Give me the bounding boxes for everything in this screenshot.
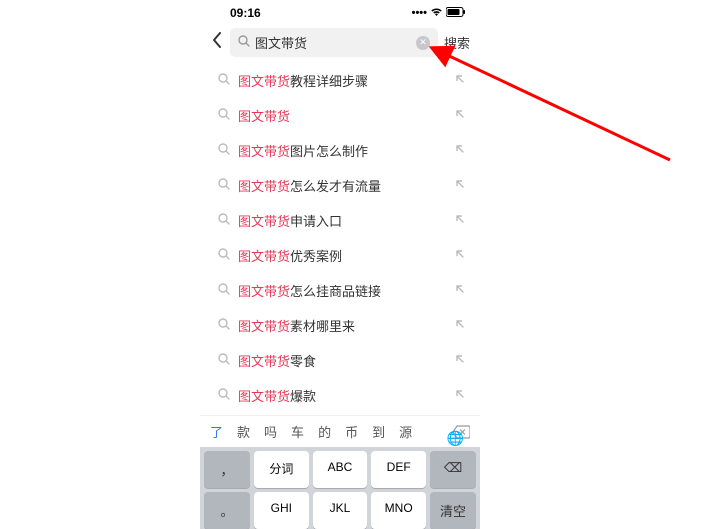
suggestion-item[interactable]: 图文带货素材哪里来 — [200, 308, 480, 343]
fill-arrow-icon[interactable] — [454, 352, 466, 370]
prediction-words: 了款吗车的币到源 — [210, 422, 412, 441]
search-icon — [218, 177, 230, 195]
status-time: 09:16 — [230, 6, 261, 20]
search-icon — [218, 107, 230, 125]
keyboard-key[interactable]: ABC — [313, 451, 368, 488]
suggestion-text: 图文带货图片怎么制作 — [238, 141, 446, 160]
fill-arrow-icon[interactable] — [454, 142, 466, 160]
suggestion-text: 图文带货 — [238, 106, 446, 125]
wifi-icon — [430, 7, 443, 20]
keyboard-key[interactable]: MNO — [371, 492, 426, 529]
suggestion-text: 图文带货爆款 — [238, 386, 446, 405]
search-icon — [218, 387, 230, 405]
search-input-box[interactable]: 图文带货 ✕ — [230, 28, 438, 57]
suggestion-item[interactable]: 图文带货申请入口 — [200, 203, 480, 238]
prediction-word[interactable]: 了 — [210, 422, 223, 441]
globe-emoji-icon[interactable]: 🌐 — [447, 430, 464, 447]
suggestion-text: 图文带货零食 — [238, 351, 446, 370]
search-icon — [218, 282, 230, 300]
search-input[interactable]: 图文带货 — [255, 33, 411, 52]
keyboard: ，分词ABCDEF⌫ 。GHIJKLMNO清空 — [200, 447, 480, 529]
fill-arrow-icon[interactable] — [454, 247, 466, 265]
suggestion-text: 图文带货怎么挂商品链接 — [238, 281, 446, 300]
keyboard-key[interactable]: 清空 — [430, 492, 476, 529]
fill-arrow-icon[interactable] — [454, 72, 466, 90]
search-icon — [238, 34, 250, 52]
status-icons: •••• — [412, 7, 466, 20]
search-icon — [218, 317, 230, 335]
suggestion-text: 图文带货申请入口 — [238, 211, 446, 230]
suggestion-item[interactable]: 图文带货零食 — [200, 343, 480, 378]
prediction-word[interactable]: 的 — [318, 422, 331, 441]
fill-arrow-icon[interactable] — [454, 107, 466, 125]
keyboard-key[interactable]: JKL — [313, 492, 368, 529]
prediction-word[interactable]: 源 — [399, 422, 412, 441]
fill-arrow-icon[interactable] — [454, 387, 466, 405]
keyboard-key[interactable]: GHI — [254, 492, 309, 529]
suggestion-text: 图文带货素材哪里来 — [238, 316, 446, 335]
status-bar: 09:16 •••• — [200, 0, 480, 24]
fill-arrow-icon[interactable] — [454, 317, 466, 335]
suggestion-item[interactable]: 图文带货 — [200, 98, 480, 133]
suggestion-item[interactable]: 图文带货怎么挂商品链接 — [200, 273, 480, 308]
suggestion-text: 图文带货怎么发才有流量 — [238, 176, 446, 195]
fill-arrow-icon[interactable] — [454, 212, 466, 230]
battery-icon — [446, 7, 466, 20]
suggestion-text: 图文带货教程详细步骤 — [238, 71, 446, 90]
prediction-bar: 了款吗车的币到源 — [200, 415, 480, 447]
search-icon — [218, 142, 230, 160]
keyboard-key[interactable]: 分词 — [254, 451, 309, 488]
prediction-word[interactable]: 吗 — [264, 422, 277, 441]
search-icon — [218, 212, 230, 230]
fill-arrow-icon[interactable] — [454, 177, 466, 195]
back-button[interactable] — [210, 32, 224, 53]
search-bar: 图文带货 ✕ 搜索 — [200, 24, 480, 61]
phone-screen: 09:16 •••• 图文带货 ✕ 搜索 图文带货教程详细步骤 — [200, 0, 480, 529]
keyboard-key[interactable]: 。 — [204, 492, 250, 529]
keyboard-key[interactable]: ⌫ — [430, 451, 476, 488]
prediction-word[interactable]: 到 — [372, 422, 385, 441]
suggestion-list: 图文带货教程详细步骤 图文带货 图文带货图片怎么制作 图文带货怎么发才有流量 图… — [200, 61, 480, 415]
keyboard-key[interactable]: DEF — [371, 451, 426, 488]
suggestion-item[interactable]: 图文带货教程详细步骤 — [200, 63, 480, 98]
suggestion-item[interactable]: 图文带货优秀案例 — [200, 238, 480, 273]
prediction-word[interactable]: 车 — [291, 422, 304, 441]
search-icon — [218, 72, 230, 90]
search-icon — [218, 352, 230, 370]
keyboard-key[interactable]: ， — [204, 451, 250, 488]
search-button[interactable]: 搜索 — [444, 33, 470, 52]
suggestion-item[interactable]: 图文带货爆款 — [200, 378, 480, 413]
prediction-word[interactable]: 币 — [345, 422, 358, 441]
clear-search-icon[interactable]: ✕ — [416, 36, 430, 50]
suggestion-text: 图文带货优秀案例 — [238, 246, 446, 265]
signal-icon: •••• — [412, 7, 427, 19]
prediction-word[interactable]: 款 — [237, 422, 250, 441]
fill-arrow-icon[interactable] — [454, 282, 466, 300]
search-icon — [218, 247, 230, 265]
suggestion-item[interactable]: 图文带货怎么发才有流量 — [200, 168, 480, 203]
suggestion-item[interactable]: 图文带货图片怎么制作 — [200, 133, 480, 168]
